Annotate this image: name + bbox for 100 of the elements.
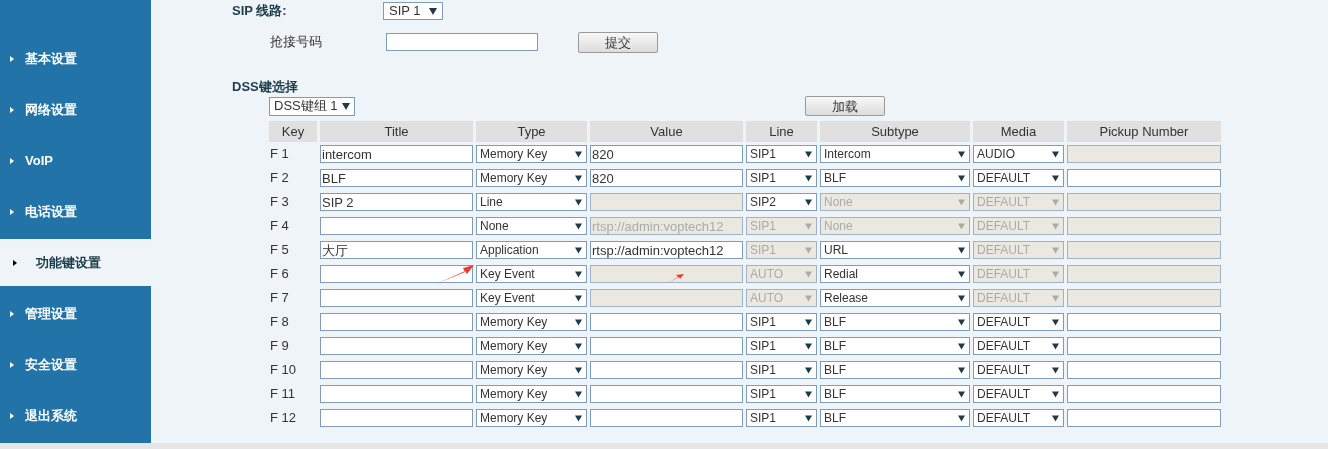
value-field[interactable]: 820 [590, 145, 743, 163]
sidebar-item[interactable]: 功能键设置 [0, 239, 151, 286]
sidebar-item[interactable]: 网络设置 [0, 86, 151, 133]
type-select[interactable]: None [476, 217, 587, 235]
type-select[interactable]: Application [476, 241, 587, 259]
dropdown-arrow-icon [958, 414, 965, 422]
subtype-select[interactable]: BLF [820, 337, 970, 355]
dropdown-arrow-icon [575, 414, 582, 422]
pickup-number-field[interactable] [1067, 409, 1221, 427]
sip-account-dropdown[interactable]: SIP1 [746, 409, 817, 427]
sip-line-select[interactable]: SIP 1 [383, 2, 443, 20]
title-field[interactable]: 大厅 [320, 241, 473, 259]
type-select[interactable]: Key Event [476, 265, 587, 283]
dropdown-arrow-icon [958, 318, 965, 326]
dropdown-arrow-icon [805, 150, 812, 158]
value-field[interactable] [590, 361, 743, 379]
subtype-select[interactable]: BLF [820, 169, 970, 187]
value-field[interactable]: 820 [590, 169, 743, 187]
media-select[interactable]: DEFAULT [973, 169, 1064, 187]
title-field[interactable]: SIP 2 [320, 193, 473, 211]
dropdown-arrow-icon [1052, 174, 1059, 182]
key-label: F 4 [269, 218, 289, 234]
dropdown-arrow-icon [805, 246, 812, 254]
media-select[interactable]: DEFAULT [973, 409, 1064, 427]
sidebar-label: 网络设置 [25, 100, 77, 119]
title-field[interactable] [320, 313, 473, 331]
media-select[interactable]: AUDIO [973, 145, 1064, 163]
sidebar-item[interactable]: 退出系统 [0, 392, 151, 439]
subtype-select[interactable]: BLF [820, 313, 970, 331]
subtype-select[interactable]: BLF [820, 361, 970, 379]
media-select[interactable]: DEFAULT [973, 337, 1064, 355]
sip-account-dropdown[interactable]: SIP1 [746, 385, 817, 403]
media-select[interactable]: DEFAULT [973, 385, 1064, 403]
column-header: Media [973, 121, 1064, 142]
type-select[interactable]: Memory Key [476, 361, 587, 379]
title-field[interactable] [320, 337, 473, 355]
section-heading: DSS键选择 [232, 78, 299, 93]
dropdown-arrow-icon [575, 222, 582, 230]
sip-account-dropdown[interactable]: SIP1 [746, 313, 817, 331]
sidebar-item[interactable]: 基本设置 [0, 35, 151, 82]
value-field[interactable] [590, 313, 743, 331]
pickup-code-field[interactable] [386, 33, 538, 51]
type-select[interactable]: Memory Key [476, 313, 587, 331]
pickup-number-field[interactable] [1067, 313, 1221, 331]
sidebar-item[interactable]: 管理设置 [0, 290, 151, 337]
type-select[interactable]: Line [476, 193, 587, 211]
column-header: Title [320, 121, 473, 142]
sip-account-dropdown[interactable]: SIP1 [746, 145, 817, 163]
title-field[interactable] [320, 361, 473, 379]
dropdown-arrow-icon [575, 342, 582, 350]
pickup-number-field[interactable] [1067, 169, 1221, 187]
type-select[interactable]: Memory Key [476, 169, 587, 187]
type-select[interactable]: Memory Key [476, 385, 587, 403]
title-field[interactable] [320, 385, 473, 403]
pickup-number-field[interactable] [1067, 337, 1221, 355]
title-field[interactable] [320, 289, 473, 307]
sidebar-label: 功能键设置 [36, 253, 101, 272]
subtype-select[interactable]: URL [820, 241, 970, 259]
key-label: F 9 [269, 338, 289, 354]
type-select[interactable]: Memory Key [476, 337, 587, 355]
dropdown-arrow-icon [958, 198, 965, 206]
media-select[interactable]: DEFAULT [973, 361, 1064, 379]
dropdown-arrow-icon [1052, 318, 1059, 326]
dropdown-arrow-icon [958, 150, 965, 158]
title-field[interactable]: BLF [320, 169, 473, 187]
sip-account-dropdown[interactable]: SIP2 [746, 193, 817, 211]
pickup-number-field[interactable] [1067, 361, 1221, 379]
subtype-select[interactable]: Intercom [820, 145, 970, 163]
value-field[interactable] [590, 337, 743, 355]
title-field[interactable] [320, 265, 473, 283]
field-label: 抢接号码 [270, 33, 323, 52]
subtype-select[interactable]: BLF [820, 385, 970, 403]
sidebar-item[interactable]: 电话设置 [0, 188, 151, 235]
sidebar-item[interactable]: VoIP [0, 137, 151, 184]
title-field[interactable]: intercom [320, 145, 473, 163]
media-select[interactable]: DEFAULT [973, 313, 1064, 331]
chevron-icon [10, 310, 14, 317]
sip-account-dropdown[interactable]: SIP1 [746, 337, 817, 355]
type-select[interactable]: Memory Key [476, 409, 587, 427]
title-field[interactable] [320, 409, 473, 427]
submit-button[interactable]: 提交 [578, 31, 658, 53]
subtype-select[interactable]: Release [820, 289, 970, 307]
sip-account-dropdown[interactable]: SIP1 [746, 169, 817, 187]
title-field[interactable] [320, 217, 473, 235]
subtype-select[interactable]: BLF [820, 409, 970, 427]
value-field[interactable] [590, 409, 743, 427]
sidebar-item[interactable]: 安全设置 [0, 341, 151, 388]
type-select[interactable]: Memory Key [476, 145, 587, 163]
type-select[interactable]: Key Event [476, 289, 587, 307]
sip-account-dropdown[interactable]: SIP1 [746, 361, 817, 379]
dropdown-arrow-icon [958, 294, 965, 302]
value-field[interactable]: rtsp://admin:voptech12 [590, 241, 743, 259]
dropdown-arrow-icon [1052, 198, 1059, 206]
column-header: Type [476, 121, 587, 142]
load-button[interactable]: 加载 [805, 96, 885, 116]
sidebar-label: 退出系统 [25, 406, 77, 425]
pickup-number-field[interactable] [1067, 385, 1221, 403]
value-field[interactable] [590, 385, 743, 403]
dss-group-select[interactable]: DSS键组 1 [269, 96, 355, 116]
subtype-select[interactable]: Redial [820, 265, 970, 283]
